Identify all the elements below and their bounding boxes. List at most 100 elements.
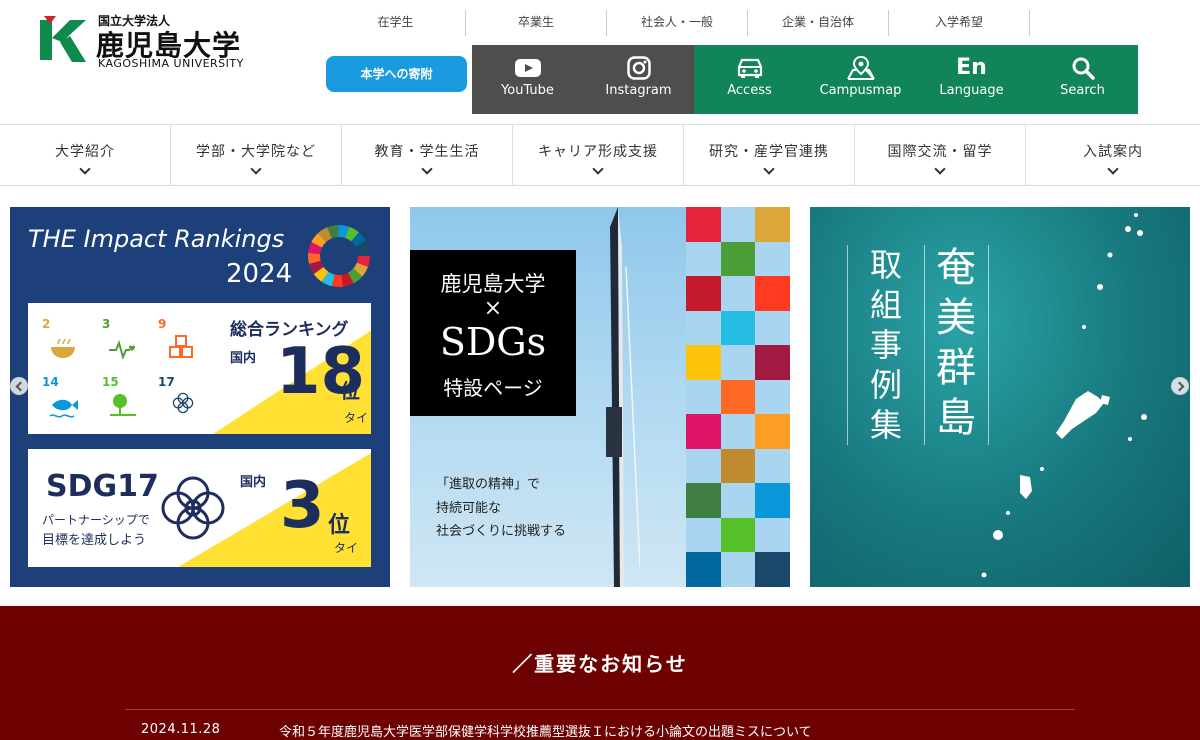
instagram-link[interactable]: Instagram xyxy=(583,45,694,114)
university-logo[interactable]: 国立大学法人 鹿児島大学 KAGOSHIMA UNIVERSITY xyxy=(40,12,270,72)
chevron-down-icon xyxy=(250,163,262,175)
amami-subtitle: 取組事例集 xyxy=(869,246,902,444)
flower-icon xyxy=(172,392,194,414)
goal-2: 2 xyxy=(42,317,51,331)
chevron-down-icon xyxy=(421,163,433,175)
carousel-next-button[interactable] xyxy=(1171,377,1189,395)
nav-label: キャリア形成支援 xyxy=(538,144,658,160)
audience-link-students[interactable]: 在学生 xyxy=(326,10,466,36)
chevron-down-icon xyxy=(592,163,604,175)
heartbeat-icon xyxy=(109,340,135,360)
goal-17: 17 xyxy=(158,375,175,389)
nav-item-education[interactable]: 教育・学生生活 xyxy=(342,125,513,185)
sdg17-ranking-card: SDG17 パートナーシップで 目標を達成しよう 国内 3 位 タイ xyxy=(28,449,371,567)
instagram-label: Instagram xyxy=(605,83,672,98)
sdgs-special-banner[interactable]: 鹿児島大学 × SDGs 特設ページ 「進取の精神」で 持続可能な 社会づくりに… xyxy=(410,207,790,587)
youtube-label: YouTube xyxy=(501,83,554,98)
access-label: Access xyxy=(727,83,772,98)
notice-date: 2024.11.28 xyxy=(141,722,221,737)
campusmap-link[interactable]: Campusmap xyxy=(805,45,916,114)
nav-label: 大学紹介 xyxy=(55,144,115,160)
sdgs-tagline-3: 社会づくりに挑戦する xyxy=(436,524,567,539)
donate-button[interactable]: 本学への寄附 xyxy=(326,56,467,92)
sdgs-title-line-4: 特設ページ xyxy=(443,376,543,400)
carousel-prev-button[interactable] xyxy=(10,377,28,395)
sdg17-tie-label: タイ xyxy=(334,541,359,555)
sdg17-heading: SDG17 xyxy=(46,469,159,504)
chevron-down-icon xyxy=(79,163,91,175)
partnership-flower-icon xyxy=(161,476,225,540)
impact-rankings-banner[interactable]: THE Impact Rankings 2024 2 3 9 14 15 17 … xyxy=(10,207,390,587)
tree-icon xyxy=(110,394,136,416)
language-label: Language xyxy=(939,83,1004,98)
search-label: Search xyxy=(1060,83,1105,98)
notice-divider xyxy=(125,709,1075,710)
car-icon xyxy=(737,58,762,78)
goal-15: 15 xyxy=(102,375,119,389)
search-icon xyxy=(1072,57,1095,80)
overall-rank-suffix: 位 xyxy=(340,379,360,403)
overall-ranking-card: 2 3 9 14 15 17 総合ランキング 国内 18 位 タイ xyxy=(28,303,371,434)
sdgs-tagline-2: 持続可能な xyxy=(436,501,502,516)
access-link[interactable]: Access xyxy=(694,45,805,114)
amami-banner[interactable]: 取組事例集 奄美群島 xyxy=(810,207,1190,587)
logo-mark-icon xyxy=(40,16,86,62)
banner-title: THE Impact Rankings xyxy=(28,225,285,253)
overall-domestic-label: 国内 xyxy=(230,351,257,366)
nav-label: 入試案内 xyxy=(1083,144,1143,160)
sdg17-rank-suffix: 位 xyxy=(328,513,351,538)
language-icon: En xyxy=(956,55,987,80)
nav-item-international[interactable]: 国際交流・留学 xyxy=(855,125,1026,185)
nav-label: 研究・産学官連携 xyxy=(709,144,829,160)
audience-link-alumni[interactable]: 卒業生 xyxy=(466,10,607,36)
nav-item-faculties[interactable]: 学部・大学院など xyxy=(171,125,342,185)
notice-link[interactable]: 令和５年度鹿児島大学医学部保健学科学校推薦型選抜Ｉにおける小論文の出題ミスについ… xyxy=(279,721,812,740)
amami-title: 奄美群島 xyxy=(936,245,976,441)
sdg17-domestic-label: 国内 xyxy=(240,475,267,490)
search-link[interactable]: Search xyxy=(1027,45,1138,114)
nav-item-about[interactable]: 大学紹介 xyxy=(0,125,171,185)
rocket-image xyxy=(606,207,640,587)
map-pin-icon xyxy=(846,55,875,80)
nav-item-research[interactable]: 研究・産学官連携 xyxy=(684,125,855,185)
language-link[interactable]: En Language xyxy=(916,45,1027,114)
sdg-wheel-icon xyxy=(308,225,370,287)
main-nav: 大学紹介 学部・大学院など 教育・学生生活 キャリア形成支援 研究・産学官連携 … xyxy=(0,124,1200,186)
bowl-icon xyxy=(51,338,75,358)
sdg-color-grid xyxy=(686,207,790,587)
nav-item-career[interactable]: キャリア形成支援 xyxy=(513,125,684,185)
youtube-icon xyxy=(514,59,541,77)
sdg17-subtitle-2: 目標を達成しよう xyxy=(42,533,147,548)
sdgs-title-line-3: SDGs xyxy=(439,320,547,364)
goal-14: 14 xyxy=(42,375,59,389)
sdgs-title-box: 鹿児島大学 × SDGs 特設ページ xyxy=(410,250,576,416)
fish-icon xyxy=(49,399,78,418)
audience-link-applicants[interactable]: 入学希望 xyxy=(889,10,1030,36)
sdgs-tagline-1: 「進取の精神」で xyxy=(436,477,541,492)
sdg17-rank-number: 3 xyxy=(280,469,325,543)
chevron-down-icon xyxy=(763,163,775,175)
sdg17-subtitle-1: パートナーシップで xyxy=(42,513,150,527)
nav-label: 学部・大学院など xyxy=(196,144,316,160)
instagram-icon xyxy=(626,56,651,80)
cubes-icon xyxy=(169,335,193,358)
youtube-link[interactable]: YouTube xyxy=(472,45,583,114)
quick-links: YouTube Instagram Access Campusmap En La… xyxy=(472,45,1138,114)
notice-heading: ／重要なお知らせ xyxy=(512,652,688,676)
nav-item-admissions[interactable]: 入試案内 xyxy=(1026,125,1200,185)
nav-label: 国際交流・留学 xyxy=(887,144,993,160)
sdgs-title-line-1: 鹿児島大学 xyxy=(440,272,546,296)
logo-english: KAGOSHIMA UNIVERSITY xyxy=(98,57,244,70)
goal-9: 9 xyxy=(158,317,167,331)
important-notice-section: ／重要なお知らせ 2024.11.28 令和５年度鹿児島大学医学部保健学科学校推… xyxy=(0,606,1200,740)
audience-link-companies[interactable]: 企業・自治体 xyxy=(748,10,889,36)
chevron-down-icon xyxy=(934,163,946,175)
sdgs-title-line-2: × xyxy=(483,296,503,321)
goal-3: 3 xyxy=(102,317,111,331)
nav-label: 教育・学生生活 xyxy=(374,144,480,160)
islands-map-image xyxy=(981,213,1147,578)
campusmap-label: Campusmap xyxy=(819,83,902,98)
audience-link-public[interactable]: 社会人・一般 xyxy=(607,10,748,36)
banner-year: 2024 xyxy=(226,259,293,289)
overall-tie-label: タイ xyxy=(344,411,369,425)
